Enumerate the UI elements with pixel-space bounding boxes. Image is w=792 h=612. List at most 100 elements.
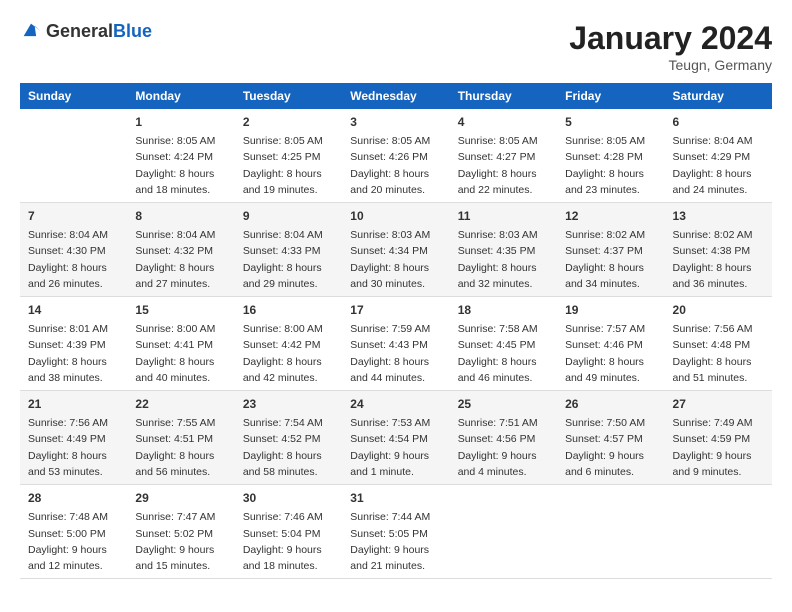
day-of-week-header: Thursday bbox=[450, 83, 557, 109]
calendar-cell: 29 Sunrise: 7:47 AMSunset: 5:02 PMDayligh… bbox=[127, 485, 234, 579]
day-info: Sunrise: 8:00 AMSunset: 4:42 PMDaylight:… bbox=[243, 321, 334, 386]
day-info: Sunrise: 8:03 AMSunset: 4:34 PMDaylight:… bbox=[350, 227, 441, 292]
day-info: Sunrise: 7:50 AMSunset: 4:57 PMDaylight:… bbox=[565, 415, 656, 480]
day-number: 30 bbox=[243, 489, 334, 507]
day-number: 16 bbox=[243, 301, 334, 319]
calendar-body: 1Sunrise: 8:05 AMSunset: 4:24 PMDaylight… bbox=[20, 109, 772, 579]
calendar-cell: 7Sunrise: 8:04 AMSunset: 4:30 PMDaylight… bbox=[20, 203, 127, 297]
day-number: 9 bbox=[243, 207, 334, 225]
title-area: January 2024 Teugn, Germany bbox=[569, 20, 772, 73]
day-number: 2 bbox=[243, 113, 334, 131]
calendar-cell: 15Sunrise: 8:00 AMSunset: 4:41 PMDayligh… bbox=[127, 297, 234, 391]
day-number: 12 bbox=[565, 207, 656, 225]
calendar-header-row: SundayMondayTuesdayWednesdayThursdayFrid… bbox=[20, 83, 772, 109]
day-number: 18 bbox=[458, 301, 549, 319]
day-of-week-header: Tuesday bbox=[235, 83, 342, 109]
calendar-week-row: 21Sunrise: 7:56 AMSunset: 4:49 PMDayligh… bbox=[20, 391, 772, 485]
calendar-cell: 17 Sunrise: 7:59 AMSunset: 4:43 PMDayligh… bbox=[342, 297, 449, 391]
day-info: Sunrise: 8:05 AMSunset: 4:25 PMDaylight:… bbox=[243, 133, 334, 198]
calendar-cell: 26 Sunrise: 7:50 AMSunset: 4:57 PMDayligh… bbox=[557, 391, 664, 485]
calendar-cell: 11 Sunrise: 8:03 AMSunset: 4:35 PMDayligh… bbox=[450, 203, 557, 297]
calendar-cell: 6 Sunrise: 8:04 AMSunset: 4:29 PMDaylight… bbox=[665, 109, 772, 203]
day-info: Sunrise: 7:48 AMSunset: 5:00 PMDaylight:… bbox=[28, 509, 119, 574]
day-info: Sunrise: 8:02 AMSunset: 4:37 PMDaylight:… bbox=[565, 227, 656, 292]
day-of-week-header: Friday bbox=[557, 83, 664, 109]
day-info: Sunrise: 8:01 AMSunset: 4:39 PMDaylight:… bbox=[28, 321, 119, 386]
calendar-week-row: 14 Sunrise: 8:01 AMSunset: 4:39 PMDayligh… bbox=[20, 297, 772, 391]
day-info: Sunrise: 8:03 AMSunset: 4:35 PMDaylight:… bbox=[458, 227, 549, 292]
day-info: Sunrise: 8:05 AMSunset: 4:26 PMDaylight:… bbox=[350, 133, 441, 198]
calendar-cell: 14 Sunrise: 8:01 AMSunset: 4:39 PMDayligh… bbox=[20, 297, 127, 391]
day-number: 25 bbox=[458, 395, 549, 413]
calendar-cell: 3 Sunrise: 8:05 AMSunset: 4:26 PMDaylight… bbox=[342, 109, 449, 203]
day-number: 14 bbox=[28, 301, 119, 319]
day-number: 15 bbox=[135, 301, 226, 319]
calendar-week-row: 1Sunrise: 8:05 AMSunset: 4:24 PMDaylight… bbox=[20, 109, 772, 203]
day-info: Sunrise: 7:53 AMSunset: 4:54 PMDaylight:… bbox=[350, 415, 441, 480]
calendar-cell: 9 Sunrise: 8:04 AMSunset: 4:33 PMDaylight… bbox=[235, 203, 342, 297]
calendar-cell: 30 Sunrise: 7:46 AMSunset: 5:04 PMDayligh… bbox=[235, 485, 342, 579]
calendar-week-row: 28 Sunrise: 7:48 AMSunset: 5:00 PMDayligh… bbox=[20, 485, 772, 579]
calendar-cell: 25 Sunrise: 7:51 AMSunset: 4:56 PMDayligh… bbox=[450, 391, 557, 485]
day-info: Sunrise: 7:51 AMSunset: 4:56 PMDaylight:… bbox=[458, 415, 549, 480]
day-info: Sunrise: 7:49 AMSunset: 4:59 PMDaylight:… bbox=[673, 415, 764, 480]
day-info: Sunrise: 7:55 AMSunset: 4:51 PMDaylight:… bbox=[135, 415, 226, 480]
day-number: 23 bbox=[243, 395, 334, 413]
day-info: Sunrise: 7:46 AMSunset: 5:04 PMDaylight:… bbox=[243, 509, 334, 574]
day-info: Sunrise: 8:04 AMSunset: 4:30 PMDaylight:… bbox=[28, 227, 119, 292]
day-info: Sunrise: 8:02 AMSunset: 4:38 PMDaylight:… bbox=[673, 227, 764, 292]
calendar-cell: 24 Sunrise: 7:53 AMSunset: 4:54 PMDayligh… bbox=[342, 391, 449, 485]
calendar-cell: 8 Sunrise: 8:04 AMSunset: 4:32 PMDaylight… bbox=[127, 203, 234, 297]
day-info: Sunrise: 7:56 AMSunset: 4:48 PMDaylight:… bbox=[673, 321, 764, 386]
day-info: Sunrise: 7:59 AMSunset: 4:43 PMDaylight:… bbox=[350, 321, 441, 386]
day-number: 11 bbox=[458, 207, 549, 225]
logo-text-blue: Blue bbox=[113, 21, 152, 41]
calendar-cell bbox=[20, 109, 127, 203]
day-info: Sunrise: 7:56 AMSunset: 4:49 PMDaylight:… bbox=[28, 415, 119, 480]
calendar-cell: 20Sunrise: 7:56 AMSunset: 4:48 PMDayligh… bbox=[665, 297, 772, 391]
logo-text-general: General bbox=[46, 21, 113, 41]
day-number: 4 bbox=[458, 113, 549, 131]
calendar-cell: 12 Sunrise: 8:02 AMSunset: 4:37 PMDayligh… bbox=[557, 203, 664, 297]
day-number: 13 bbox=[673, 207, 764, 225]
day-info: Sunrise: 7:54 AMSunset: 4:52 PMDaylight:… bbox=[243, 415, 334, 480]
calendar-cell: 16 Sunrise: 8:00 AMSunset: 4:42 PMDayligh… bbox=[235, 297, 342, 391]
calendar-cell: 18 Sunrise: 7:58 AMSunset: 4:45 PMDayligh… bbox=[450, 297, 557, 391]
day-info: Sunrise: 8:04 AMSunset: 4:32 PMDaylight:… bbox=[135, 227, 226, 292]
calendar-cell: 23 Sunrise: 7:54 AMSunset: 4:52 PMDayligh… bbox=[235, 391, 342, 485]
calendar-cell: 2 Sunrise: 8:05 AMSunset: 4:25 PMDaylight… bbox=[235, 109, 342, 203]
day-number: 26 bbox=[565, 395, 656, 413]
day-number: 17 bbox=[350, 301, 441, 319]
day-number: 27 bbox=[673, 395, 764, 413]
calendar-cell: 31Sunrise: 7:44 AMSunset: 5:05 PMDayligh… bbox=[342, 485, 449, 579]
day-info: Sunrise: 7:44 AMSunset: 5:05 PMDaylight:… bbox=[350, 509, 441, 574]
calendar-cell: 13 Sunrise: 8:02 AMSunset: 4:38 PMDayligh… bbox=[665, 203, 772, 297]
day-number: 5 bbox=[565, 113, 656, 131]
day-number: 24 bbox=[350, 395, 441, 413]
day-info: Sunrise: 8:04 AMSunset: 4:33 PMDaylight:… bbox=[243, 227, 334, 292]
day-number: 6 bbox=[673, 113, 764, 131]
day-number: 29 bbox=[135, 489, 226, 507]
day-of-week-header: Saturday bbox=[665, 83, 772, 109]
calendar-cell: 1Sunrise: 8:05 AMSunset: 4:24 PMDaylight… bbox=[127, 109, 234, 203]
day-number: 3 bbox=[350, 113, 441, 131]
calendar-cell: 19Sunrise: 7:57 AMSunset: 4:46 PMDayligh… bbox=[557, 297, 664, 391]
calendar-cell bbox=[557, 485, 664, 579]
calendar-cell: 28 Sunrise: 7:48 AMSunset: 5:00 PMDayligh… bbox=[20, 485, 127, 579]
calendar-table: SundayMondayTuesdayWednesdayThursdayFrid… bbox=[20, 83, 772, 579]
calendar-week-row: 7Sunrise: 8:04 AMSunset: 4:30 PMDaylight… bbox=[20, 203, 772, 297]
day-info: Sunrise: 8:04 AMSunset: 4:29 PMDaylight:… bbox=[673, 133, 764, 198]
calendar-cell: 10Sunrise: 8:03 AMSunset: 4:34 PMDayligh… bbox=[342, 203, 449, 297]
logo-icon bbox=[20, 20, 42, 42]
day-info: Sunrise: 7:47 AMSunset: 5:02 PMDaylight:… bbox=[135, 509, 226, 574]
calendar-cell: 4 Sunrise: 8:05 AMSunset: 4:27 PMDaylight… bbox=[450, 109, 557, 203]
day-info: Sunrise: 8:05 AMSunset: 4:27 PMDaylight:… bbox=[458, 133, 549, 198]
calendar-cell bbox=[450, 485, 557, 579]
calendar-cell bbox=[665, 485, 772, 579]
day-number: 8 bbox=[135, 207, 226, 225]
header: GeneralBlue January 2024 Teugn, Germany bbox=[20, 20, 772, 73]
day-number: 28 bbox=[28, 489, 119, 507]
day-info: Sunrise: 7:58 AMSunset: 4:45 PMDaylight:… bbox=[458, 321, 549, 386]
day-number: 19 bbox=[565, 301, 656, 319]
main-title: January 2024 bbox=[569, 20, 772, 57]
